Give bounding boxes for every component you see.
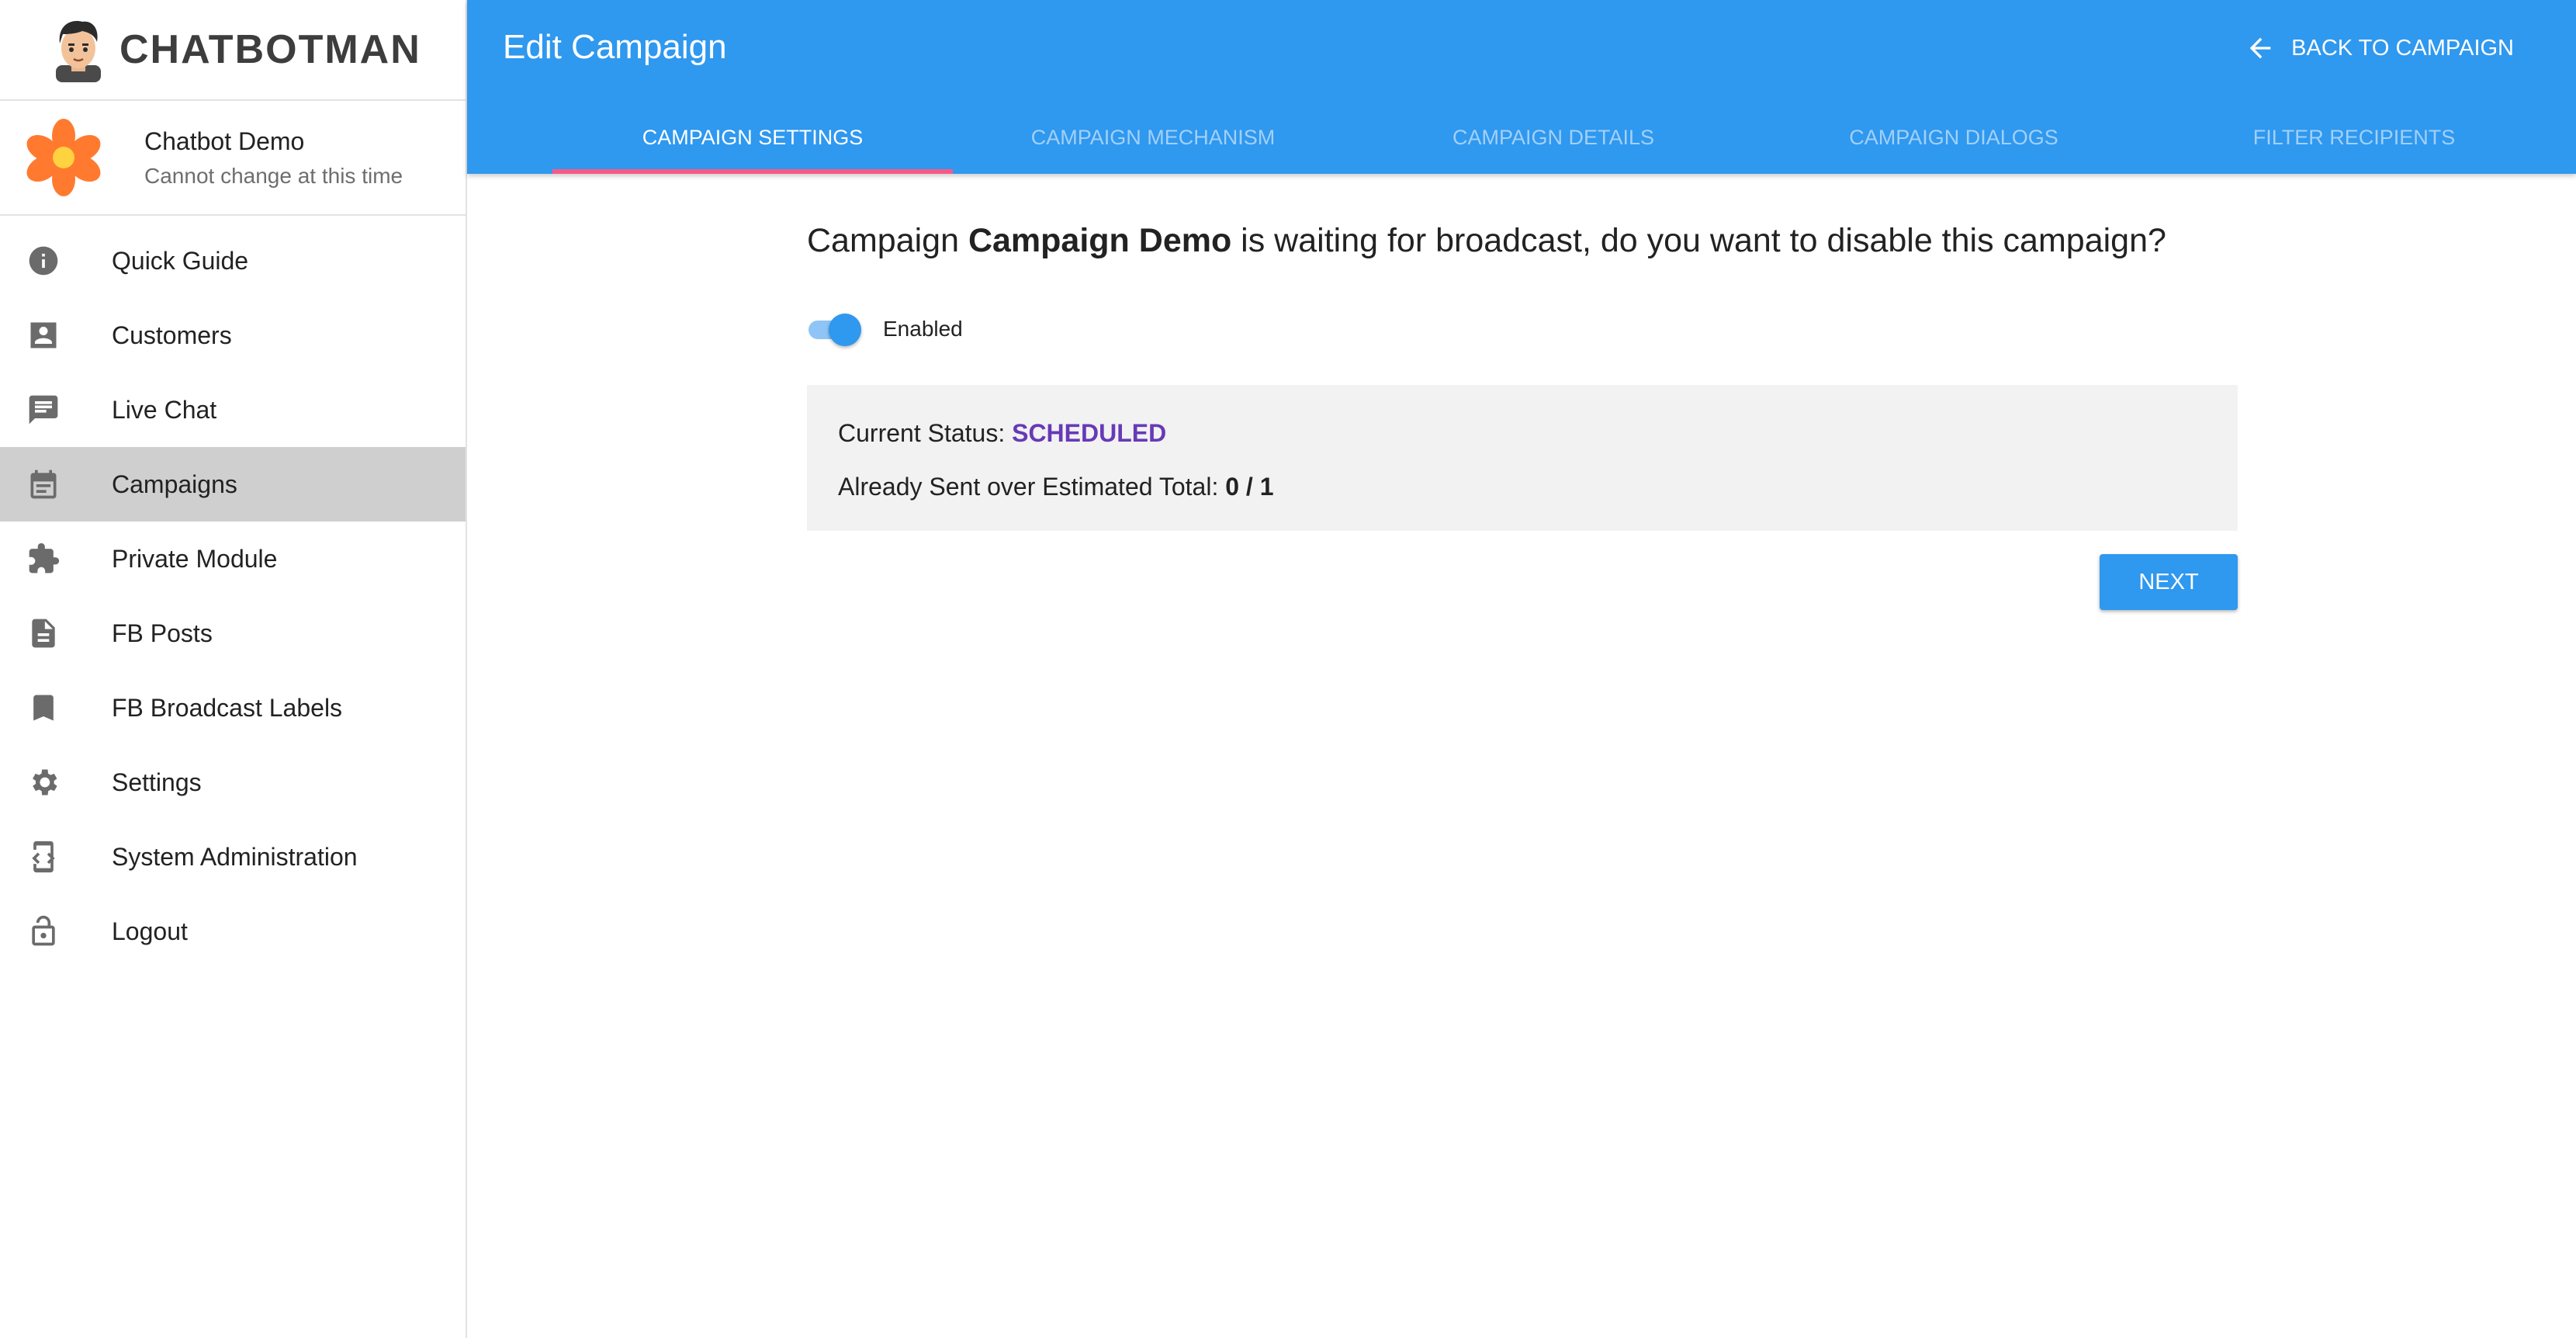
sidebar-item-label: Private Module xyxy=(112,544,278,573)
puzzle-icon xyxy=(26,542,61,576)
developer-icon xyxy=(26,840,61,874)
brand-header[interactable]: CHATBOTMAN xyxy=(0,0,466,101)
sidebar-item-label: Customers xyxy=(112,321,232,349)
sent-total-label: Already Sent over Estimated Total: xyxy=(838,473,1226,501)
sidebar-item-quick-guide[interactable]: Quick Guide xyxy=(0,224,466,298)
sidebar-item-label: Settings xyxy=(112,768,202,796)
lock-open-icon xyxy=(26,914,61,948)
tab-campaign-settings[interactable]: CAMPAIGN SETTINGS xyxy=(552,116,953,174)
sidebar-item-label: Logout xyxy=(112,917,188,945)
bot-name: Chatbot Demo xyxy=(144,127,305,155)
sidebar-item-label: Quick Guide xyxy=(112,246,249,275)
tab-campaign-mechanism[interactable]: CAMPAIGN MECHANISM xyxy=(953,116,1353,174)
sidebar-item-customers[interactable]: Customers xyxy=(0,298,466,373)
sidebar-item-fb-posts[interactable]: FB Posts xyxy=(0,596,466,671)
bot-subtitle: Cannot change at this time xyxy=(144,163,403,188)
next-button[interactable]: NEXT xyxy=(2100,554,2238,610)
campaign-name: Campaign Demo xyxy=(968,222,1232,259)
arrow-back-icon xyxy=(2249,37,2271,59)
chatbotman-face-icon xyxy=(56,21,101,82)
sidebar-item-logout[interactable]: Logout xyxy=(0,894,466,969)
question-suffix: is waiting for broadcast, do you want to… xyxy=(1231,222,2166,259)
status-panel: Current Status: SCHEDULED Already Sent o… xyxy=(807,385,2238,531)
sidebar-item-label: System Administration xyxy=(112,842,358,871)
disable-campaign-question: Campaign Campaign Demo is waiting for br… xyxy=(807,222,2166,260)
document-icon xyxy=(26,616,61,650)
sidebar-item-campaigns[interactable]: Campaigns xyxy=(0,447,466,522)
sidebar-item-system-administration[interactable]: System Administration xyxy=(0,820,466,894)
sidebar: CHATBOTMAN Chatbot Demo Cannot change at… xyxy=(0,0,467,1338)
sent-total-line: Already Sent over Estimated Total: 0 / 1 xyxy=(838,473,2207,501)
toggle-knob xyxy=(829,314,861,346)
sidebar-item-settings[interactable]: Settings xyxy=(0,745,466,820)
sidebar-nav: Quick Guide Customers Live Chat Campaign… xyxy=(0,216,466,969)
sidebar-item-live-chat[interactable]: Live Chat xyxy=(0,373,466,447)
tab-campaign-details[interactable]: CAMPAIGN DETAILS xyxy=(1353,116,1754,174)
tab-filter-recipients[interactable]: FILTER RECIPIENTS xyxy=(2154,116,2554,174)
bot-selector[interactable]: Chatbot Demo Cannot change at this time xyxy=(0,101,466,216)
info-icon xyxy=(26,244,61,278)
campaign-tabs: CAMPAIGN SETTINGS CAMPAIGN MECHANISM CAM… xyxy=(552,116,2554,174)
sent-total-value: 0 / 1 xyxy=(1225,473,1274,501)
enabled-toggle-row: Enabled xyxy=(807,314,963,346)
gear-icon xyxy=(26,765,61,799)
brand-name: CHATBOTMAN xyxy=(119,27,421,72)
sidebar-item-label: FB Broadcast Labels xyxy=(112,693,343,722)
chat-icon xyxy=(26,393,61,427)
flower-icon xyxy=(26,119,101,196)
status-badge: SCHEDULED xyxy=(1012,419,1167,447)
page-title: Edit Campaign xyxy=(503,28,727,66)
app-header: Edit Campaign BACK TO CAMPAIGN CAMPAIGN … xyxy=(467,0,2576,174)
sidebar-item-fb-broadcast-labels[interactable]: FB Broadcast Labels xyxy=(0,671,466,745)
question-prefix: Campaign xyxy=(807,222,968,259)
back-to-campaign-button[interactable]: BACK TO CAMPAIGN xyxy=(2245,33,2514,64)
sidebar-item-label: Campaigns xyxy=(112,470,237,498)
calendar-icon xyxy=(26,467,61,501)
sidebar-item-label: FB Posts xyxy=(112,619,213,647)
current-status-line: Current Status: SCHEDULED xyxy=(838,419,2207,448)
contact-card-icon xyxy=(26,318,61,352)
back-to-campaign-label: BACK TO CAMPAIGN xyxy=(2291,35,2514,61)
sidebar-item-private-module[interactable]: Private Module xyxy=(0,522,466,596)
sidebar-item-label: Live Chat xyxy=(112,395,217,424)
current-status-label: Current Status: xyxy=(838,419,1013,447)
enabled-toggle[interactable] xyxy=(807,314,863,346)
tab-campaign-dialogs[interactable]: CAMPAIGN DIALOGS xyxy=(1754,116,2154,174)
bookmark-icon xyxy=(26,691,61,725)
enabled-toggle-label: Enabled xyxy=(883,317,963,341)
